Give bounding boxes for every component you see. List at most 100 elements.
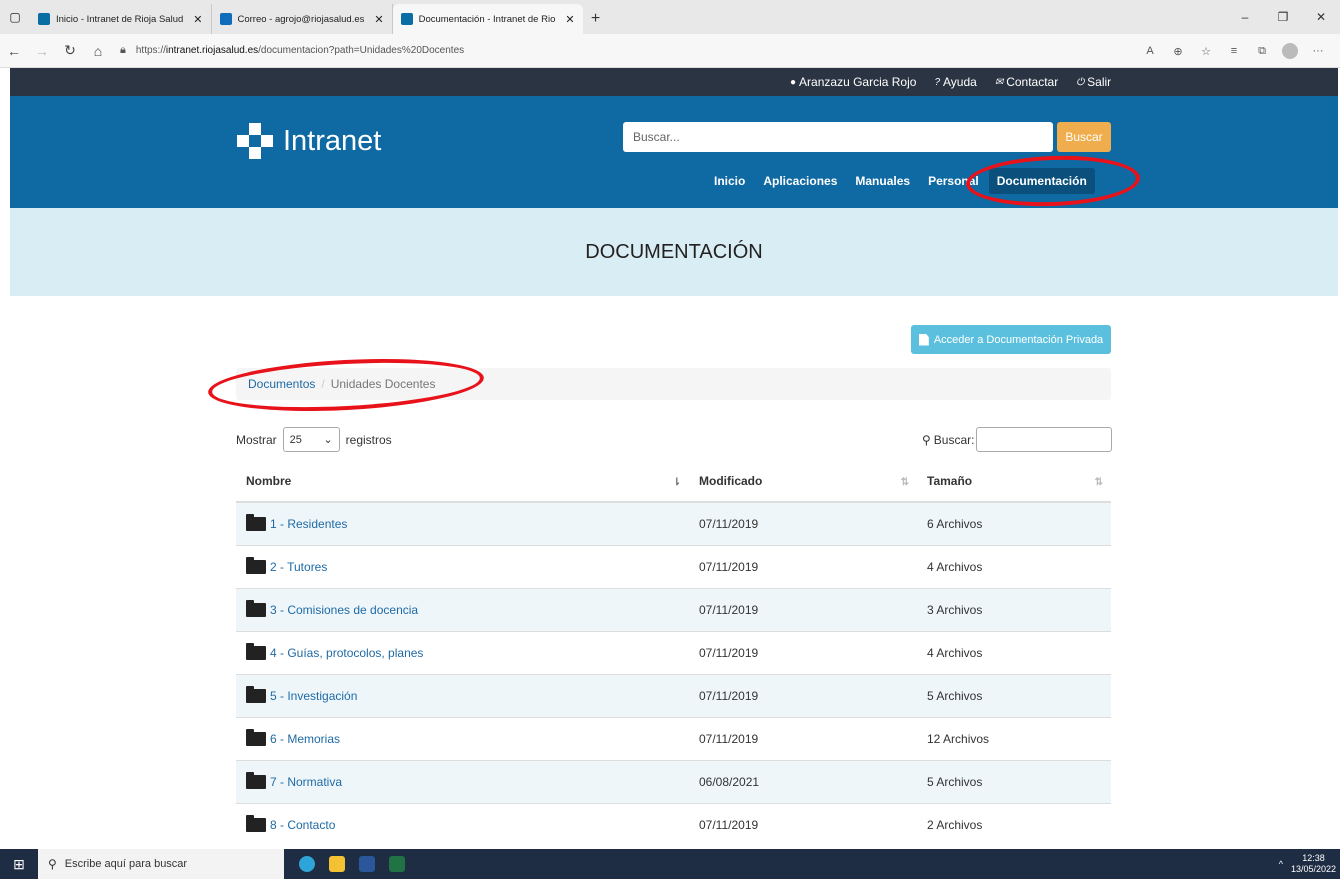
chevron-up-icon[interactable]: ^ — [1279, 859, 1283, 869]
profile-avatar-icon[interactable] — [1282, 43, 1298, 59]
site-search-button[interactable]: Buscar — [1057, 122, 1111, 152]
page-length-select[interactable]: 25 ⌄ — [282, 427, 340, 452]
cell-name: 8 - Contacto — [236, 802, 689, 846]
column-header-tamano[interactable]: Tamaño ⇅ — [917, 460, 1111, 503]
intranet-logo[interactable]: Intranet — [237, 123, 381, 159]
cell-size: 4 Archivos — [917, 544, 1111, 588]
private-documentation-button[interactable]: Acceder a Documentación Privada — [911, 325, 1111, 354]
cell-size: 5 Archivos — [917, 673, 1111, 717]
folder-name: 5 - Investigación — [270, 688, 358, 703]
cell-modified: 07/11/2019 — [689, 802, 917, 846]
browser-tab-documentacion[interactable]: Documentación - Intranet de Rio ✕ — [392, 4, 583, 34]
close-window-icon[interactable]: ✕ — [1302, 10, 1340, 24]
refresh-icon[interactable]: ↻ — [56, 42, 84, 59]
folder-link[interactable]: 7 - Normativa — [246, 771, 679, 789]
cell-size: 4 Archivos — [917, 630, 1111, 674]
table-header-row: Nombre ⇂ Modificado ⇅ Tamaño ⇅ — [236, 460, 1111, 503]
table-search-input[interactable] — [976, 427, 1113, 452]
help-link[interactable]: ? Ayuda — [934, 75, 976, 89]
page-title: DOCUMENTACIÓN — [585, 240, 763, 263]
folder-link[interactable]: 5 - Investigación — [246, 685, 679, 703]
sort-icon[interactable]: ⇅ — [901, 477, 909, 488]
folder-link[interactable]: 3 - Comisiones de docencia — [246, 599, 679, 617]
table-row: 2 - Tutores 07/11/2019 4 Archivos — [236, 544, 1111, 588]
restore-icon[interactable]: ❐ — [1264, 10, 1302, 24]
folder-name: 8 - Contacto — [270, 817, 336, 832]
minimize-icon[interactable]: – — [1226, 10, 1264, 24]
url-field[interactable]: 🔒︎ https://intranet.riojasalud.es/docume… — [120, 44, 464, 57]
new-tab-icon[interactable]: + — [583, 4, 609, 34]
cell-name: 3 - Comisiones de docencia — [236, 587, 689, 631]
column-header-label: Nombre — [246, 473, 292, 488]
page-title-band: DOCUMENTACIÓN — [10, 208, 1338, 296]
folder-link[interactable]: 8 - Contacto — [246, 814, 679, 832]
close-icon[interactable]: ✕ — [193, 13, 202, 26]
private-documentation-label: Acceder a Documentación Privada — [933, 333, 1104, 346]
page-length-value: 25 — [289, 433, 302, 446]
tab-actions-icon[interactable]: ▢ — [0, 0, 30, 34]
cell-modified: 07/11/2019 — [689, 673, 917, 717]
folder-name: 7 - Normativa — [270, 774, 343, 789]
folder-name: 3 - Comisiones de docencia — [270, 602, 419, 617]
collections-icon[interactable]: ⧉ — [1248, 45, 1276, 58]
excel-app-icon[interactable] — [382, 849, 412, 879]
site-search-input[interactable]: Buscar... — [623, 122, 1053, 152]
document-icon — [918, 333, 929, 346]
folder-icon — [246, 556, 266, 574]
folder-link[interactable]: 1 - Residentes — [246, 513, 679, 531]
column-header-nombre[interactable]: Nombre ⇂ — [236, 460, 689, 503]
taskbar-search-placeholder: Escribe aquí para buscar — [64, 858, 188, 870]
url-prefix: https:// — [135, 45, 166, 56]
window-controls: – ❐ ✕ — [1226, 0, 1340, 34]
folder-link[interactable]: 4 - Guías, protocolos, planes — [246, 642, 679, 660]
search-icon: ⚲ — [48, 857, 57, 871]
browser-toolbar: A ⊕ ☆ ≡ ⧉ ··· — [1136, 34, 1332, 68]
word-app-icon[interactable] — [352, 849, 382, 879]
back-arrow-icon[interactable]: ← — [0, 43, 28, 59]
cell-size: 6 Archivos — [917, 501, 1111, 545]
sort-ascending-icon[interactable]: ⇂ — [673, 477, 681, 488]
column-header-label: Modificado — [699, 473, 763, 488]
forward-arrow-icon[interactable]: → — [28, 43, 56, 59]
column-header-modificado[interactable]: Modificado ⇅ — [689, 460, 917, 503]
help-label: Ayuda — [943, 75, 977, 89]
favorites-list-icon[interactable]: ≡ — [1220, 45, 1248, 57]
file-explorer-icon[interactable] — [322, 849, 352, 879]
read-aloud-icon[interactable]: A — [1136, 45, 1164, 57]
browser-tab-correo[interactable]: Correo - agrojo@riojasalud.es ✕ — [212, 4, 393, 34]
browser-tab-bar: ▢ Inicio - Intranet de Rioja Salud ✕ Cor… — [0, 0, 1340, 34]
nav-inicio[interactable]: Inicio — [706, 168, 753, 194]
cell-name: 5 - Investigación — [236, 673, 689, 717]
taskbar-search[interactable]: ⚲ Escribe aquí para buscar — [38, 849, 284, 879]
cross-logo-icon — [237, 123, 273, 159]
contact-link[interactable]: ✉ Contactar — [995, 75, 1058, 89]
logout-link[interactable]: ⏻ Salir — [1076, 75, 1111, 89]
folder-name: 6 - Memorias — [270, 731, 341, 746]
help-icon: ? — [934, 76, 940, 88]
zoom-icon[interactable]: ⊕ — [1164, 45, 1192, 58]
sort-icon[interactable]: ⇅ — [1095, 477, 1103, 488]
clock-time: 12:38 — [1302, 853, 1325, 863]
more-options-icon[interactable]: ··· — [1304, 45, 1332, 57]
contact-label: Contactar — [1006, 75, 1059, 89]
nav-aplicaciones[interactable]: Aplicaciones — [755, 168, 845, 194]
clock[interactable]: 12:38 13/05/2022 — [1291, 853, 1336, 875]
folder-link[interactable]: 2 - Tutores — [246, 556, 679, 574]
favorite-star-icon[interactable]: ☆ — [1192, 45, 1220, 58]
browser-tab-inicio[interactable]: Inicio - Intranet de Rioja Salud ✕ — [30, 4, 212, 34]
table-filter: ⚲ Buscar: — [922, 427, 1113, 452]
close-icon[interactable]: ✕ — [374, 13, 383, 26]
folder-icon — [246, 728, 266, 746]
user-link[interactable]: ● Aranzazu Garcia Rojo — [790, 75, 916, 89]
table-row: 4 - Guías, protocolos, planes 07/11/2019… — [236, 630, 1111, 674]
nav-manuales[interactable]: Manuales — [847, 168, 918, 194]
home-icon[interactable]: ⌂ — [84, 43, 112, 59]
windows-start-icon[interactable]: ⊞ — [0, 856, 38, 873]
cell-modified: 07/11/2019 — [689, 501, 917, 545]
folder-icon — [246, 513, 266, 531]
logout-label: Salir — [1087, 75, 1112, 89]
edge-app-icon[interactable] — [292, 849, 322, 879]
folder-link[interactable]: 6 - Memorias — [246, 728, 679, 746]
taskbar-apps — [292, 849, 412, 879]
close-icon[interactable]: ✕ — [565, 13, 574, 26]
